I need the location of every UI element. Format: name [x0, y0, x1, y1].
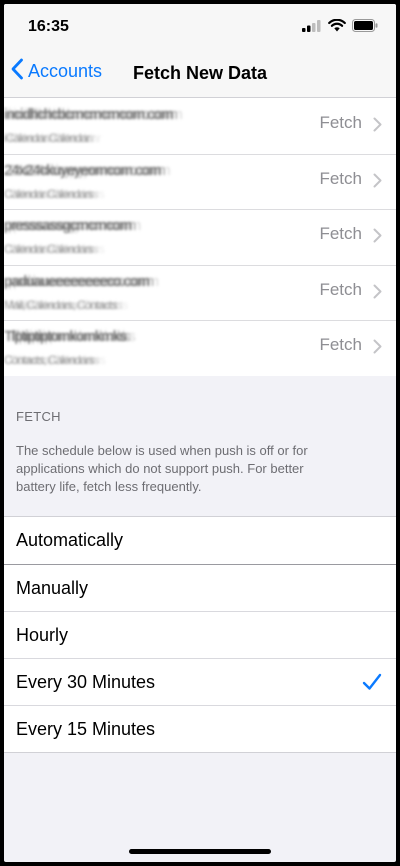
page-title: Fetch New Data — [132, 63, 268, 83]
account-row[interactable]: Tlptiptiptomkomkmks Contacts, Calendars … — [4, 320, 396, 376]
account-services: Calendar Calendars — [4, 242, 94, 256]
account-name: paduaueeeeeeeeco.com — [4, 272, 150, 290]
account-row[interactable]: incidhchcbcmcmcmcom.com iCalendar Calend… — [4, 98, 396, 154]
account-name: incidhchcbcmcmcmcom.com — [4, 106, 174, 123]
cellular-signal-icon — [302, 19, 322, 37]
navigation-bar: Accounts Fetch New Data — [4, 48, 396, 98]
option-label: Automatically — [16, 530, 124, 550]
option-label: Hourly — [16, 624, 69, 645]
option-label: Every 15 Minutes — [16, 718, 156, 739]
fetch-options-list: Automatically Manually Hourly Every 30 M… — [4, 516, 396, 753]
chevron-right-icon — [373, 228, 382, 248]
account-services: Mail, Calendars, Contacts — [4, 297, 117, 312]
home-indicator[interactable] — [129, 849, 271, 854]
account-services: Calendar Calendars — [4, 186, 94, 201]
account-fetch-value: Fetch — [319, 168, 362, 188]
accounts-list: incidhchcbcmcmcmcom.com iCalendar Calend… — [4, 98, 396, 376]
option-label: Every 30 Minutes — [16, 671, 156, 692]
option-hourly[interactable]: Hourly — [4, 611, 396, 658]
chevron-right-icon — [373, 173, 382, 193]
account-row[interactable]: presssassgcmcmcom Calendar Calendars Fet… — [4, 209, 396, 265]
account-services: Contacts, Calendars — [4, 353, 95, 367]
fetch-section-header: FETCH — [16, 409, 61, 424]
fetch-section-description: The schedule below is used when push is … — [16, 443, 308, 494]
account-row[interactable]: paduaueeeeeeeeco.com Mail, Calendars, Co… — [4, 264, 396, 320]
account-row[interactable]: 24x24ckuyeyeomcom.com Calendar Calendars… — [4, 153, 396, 209]
checkmark-icon — [362, 673, 382, 696]
option-automatically[interactable]: Automatically — [4, 517, 396, 564]
option-every-15-minutes[interactable]: Every 15 Minutes — [4, 705, 396, 752]
option-every-30-minutes[interactable]: Every 30 Minutes — [4, 658, 396, 705]
account-name: 24x24ckuyeyeomcom.com — [4, 161, 162, 179]
chevron-right-icon — [373, 339, 382, 359]
battery-icon — [352, 19, 378, 37]
status-bar: 16:35 — [4, 4, 396, 48]
account-fetch-value: Fetch — [319, 113, 362, 132]
wifi-icon — [328, 18, 346, 37]
account-fetch-value: Fetch — [319, 335, 362, 354]
chevron-right-icon — [373, 284, 382, 304]
account-services: iCalendar Calendar — [4, 131, 90, 145]
status-time: 16:35 — [28, 18, 69, 35]
option-label: Manually — [16, 577, 89, 598]
account-fetch-value: Fetch — [319, 224, 362, 243]
phone-screen: 16:35 Accounts Fetch New Data incidhchcb… — [4, 4, 396, 862]
account-name: presssassgcmcmcom — [4, 217, 132, 234]
option-manually[interactable]: Manually — [4, 564, 396, 611]
account-name: Tlptiptiptomkomkmks — [4, 328, 127, 345]
status-icons — [302, 18, 378, 37]
chevron-right-icon — [373, 117, 382, 137]
account-fetch-value: Fetch — [319, 279, 362, 299]
